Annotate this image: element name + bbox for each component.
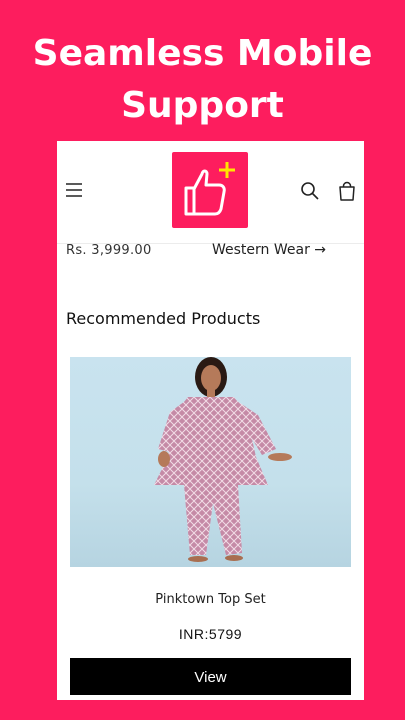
promo-title-line2: Support	[121, 85, 284, 126]
hamburger-menu-icon[interactable]	[65, 181, 83, 199]
collection-link-label: Western Wear	[212, 242, 310, 258]
arrow-right-icon: →	[314, 242, 327, 258]
site-header	[57, 141, 364, 244]
search-icon[interactable]	[300, 181, 320, 201]
view-button[interactable]: View	[70, 658, 351, 695]
shopping-bag-icon[interactable]	[337, 180, 357, 202]
section-title: Recommended Products	[66, 309, 261, 328]
promo-title: Seamless Mobile Support	[0, 28, 405, 132]
model-in-pink-printed-top-set	[154, 357, 292, 562]
product-image[interactable]	[70, 357, 351, 567]
previous-product-price: Rs. 3,999.00	[66, 243, 152, 258]
brand-logo[interactable]	[172, 152, 248, 228]
promo-title-line1: Seamless Mobile	[32, 33, 373, 74]
product-name[interactable]: Pinktown Top Set	[57, 592, 364, 607]
phone-screen: Rs. 3,999.00 Western Wear → Recommended …	[57, 141, 364, 700]
thumbs-up-plus-logo	[184, 162, 235, 216]
collection-link-western-wear[interactable]: Western Wear →	[212, 242, 326, 258]
product-price: INR:5799	[178, 626, 243, 642]
